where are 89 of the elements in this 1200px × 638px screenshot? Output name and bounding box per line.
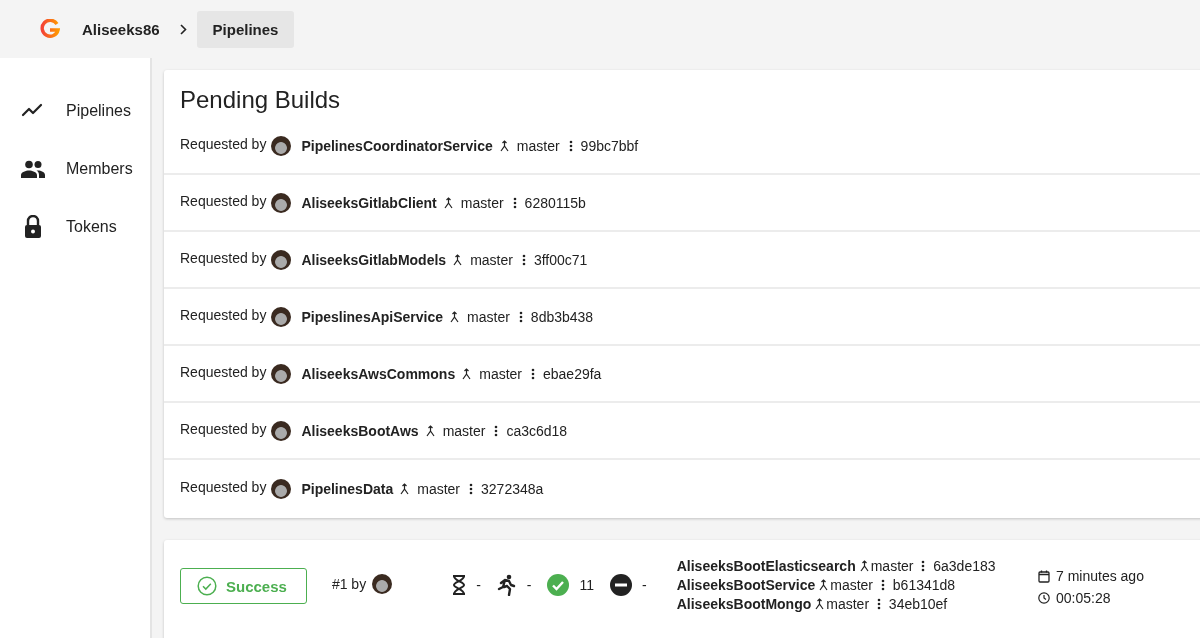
- branch-name: master: [470, 251, 513, 268]
- lock-icon: [24, 215, 42, 239]
- more-vertical-icon: [876, 598, 881, 610]
- chevron-right-icon: [179, 23, 187, 35]
- clock-icon: [1038, 592, 1050, 604]
- project-name: AliseeksBootService: [676, 577, 816, 593]
- branch-icon: [425, 424, 435, 437]
- more-vertical-icon: [494, 424, 499, 437]
- avatar: [271, 249, 292, 270]
- more-vertical-icon: [512, 196, 517, 209]
- branch-name: master: [417, 481, 461, 497]
- project-name: AliseeksBootMongo: [676, 596, 812, 612]
- branch-icon: [453, 253, 463, 266]
- project-name: AliseeksBootElasticsearch: [676, 558, 856, 574]
- branch-icon: [819, 579, 829, 591]
- requested-by-label: Requested by: [180, 135, 267, 152]
- branch-icon: [462, 367, 472, 380]
- avatar: [271, 479, 292, 499]
- project-name: AliseeksAwsCommons: [301, 365, 456, 382]
- running-person-icon: [496, 574, 517, 596]
- more-vertical-icon: [531, 367, 535, 380]
- commit-hash: 6280115b: [524, 194, 586, 211]
- requested-by-label: Requested by: [180, 249, 267, 266]
- calendar-icon: [1038, 569, 1050, 583]
- nav-link[interactable]: Members: [66, 160, 133, 178]
- avatar: [271, 306, 292, 327]
- project-name: AliseeksGitlabClient: [301, 194, 437, 211]
- project-name: AliseeksBootAws: [301, 422, 419, 439]
- commit-hash: ca3c6d18: [506, 422, 568, 439]
- requested-by-label: Requested by: [180, 306, 267, 323]
- commit-hash: 3272348a: [481, 481, 544, 497]
- commit-hash: 99bc7bbf: [580, 137, 639, 154]
- check-circle-outline-icon: [197, 576, 217, 596]
- avatar: [271, 420, 292, 441]
- project-name: AliseeksGitlabModels: [301, 251, 447, 268]
- build-duration: 00:05:28: [1056, 590, 1111, 606]
- created-time: 7 minutes ago: [1056, 568, 1144, 584]
- branch-icon: [400, 483, 410, 495]
- avatar: [372, 574, 393, 594]
- branch-icon: [859, 560, 869, 572]
- project-name: PipeslinesApiService: [301, 308, 444, 325]
- breadcrumb-current[interactable]: Pipelines: [196, 10, 295, 48]
- check-circle-icon: [547, 574, 570, 596]
- logo-icon[interactable]: [40, 19, 60, 39]
- breadcrumb-link[interactable]: Aliseeks86: [82, 20, 160, 38]
- branch-icon: [815, 598, 825, 610]
- avatar: [271, 363, 292, 384]
- minus-circle-icon: [610, 574, 633, 596]
- nav-link[interactable]: Tokens: [66, 218, 117, 236]
- commit-hash: 8db3b438: [530, 308, 594, 325]
- branch-icon: [443, 196, 453, 209]
- stat-count: -: [476, 577, 481, 593]
- branch-name: master: [467, 308, 510, 325]
- commit-hash: 6a3de183: [933, 558, 996, 574]
- requested-by-label: Requested by: [180, 363, 267, 380]
- commit-hash: ebae29fa: [543, 365, 602, 382]
- requested-by-label: Requested by: [180, 420, 267, 437]
- branch-name: master: [516, 137, 560, 154]
- more-vertical-icon: [921, 560, 926, 572]
- nav-link[interactable]: Pipelines: [66, 102, 131, 120]
- commit-hash: 34eb10ef: [888, 596, 948, 612]
- branch-name: master: [460, 194, 504, 211]
- stat-count: -: [526, 577, 532, 593]
- more-vertical-icon: [568, 139, 573, 152]
- branch-name: master: [870, 558, 914, 574]
- hourglass-icon: [452, 575, 467, 595]
- branch-name: master: [826, 596, 870, 612]
- more-vertical-icon: [518, 310, 523, 323]
- branch-icon: [499, 139, 509, 152]
- more-vertical-icon: [880, 579, 885, 591]
- branch-icon: [450, 310, 460, 323]
- stat-count: -: [642, 577, 647, 593]
- branch-name: master: [830, 577, 874, 593]
- people-icon: [20, 160, 46, 178]
- stat-count: 11: [579, 577, 595, 593]
- commit-hash: 3ff00c71: [533, 251, 588, 268]
- build-number: #1 by: [331, 576, 367, 592]
- project-name: PipelinesData: [301, 481, 394, 497]
- branch-name: master: [479, 365, 522, 382]
- project-name: PipelinesCoordinatorService: [301, 137, 493, 154]
- avatar: [271, 192, 292, 213]
- requested-by-label: Requested by: [180, 192, 267, 209]
- more-vertical-icon: [521, 253, 526, 266]
- section-title: Pending Builds: [179, 85, 342, 115]
- avatar: [271, 135, 292, 156]
- commit-hash: b61341d8: [892, 577, 956, 593]
- branch-name: master: [442, 422, 486, 439]
- requested-by-label: Requested by: [180, 479, 267, 495]
- more-vertical-icon: [469, 483, 474, 495]
